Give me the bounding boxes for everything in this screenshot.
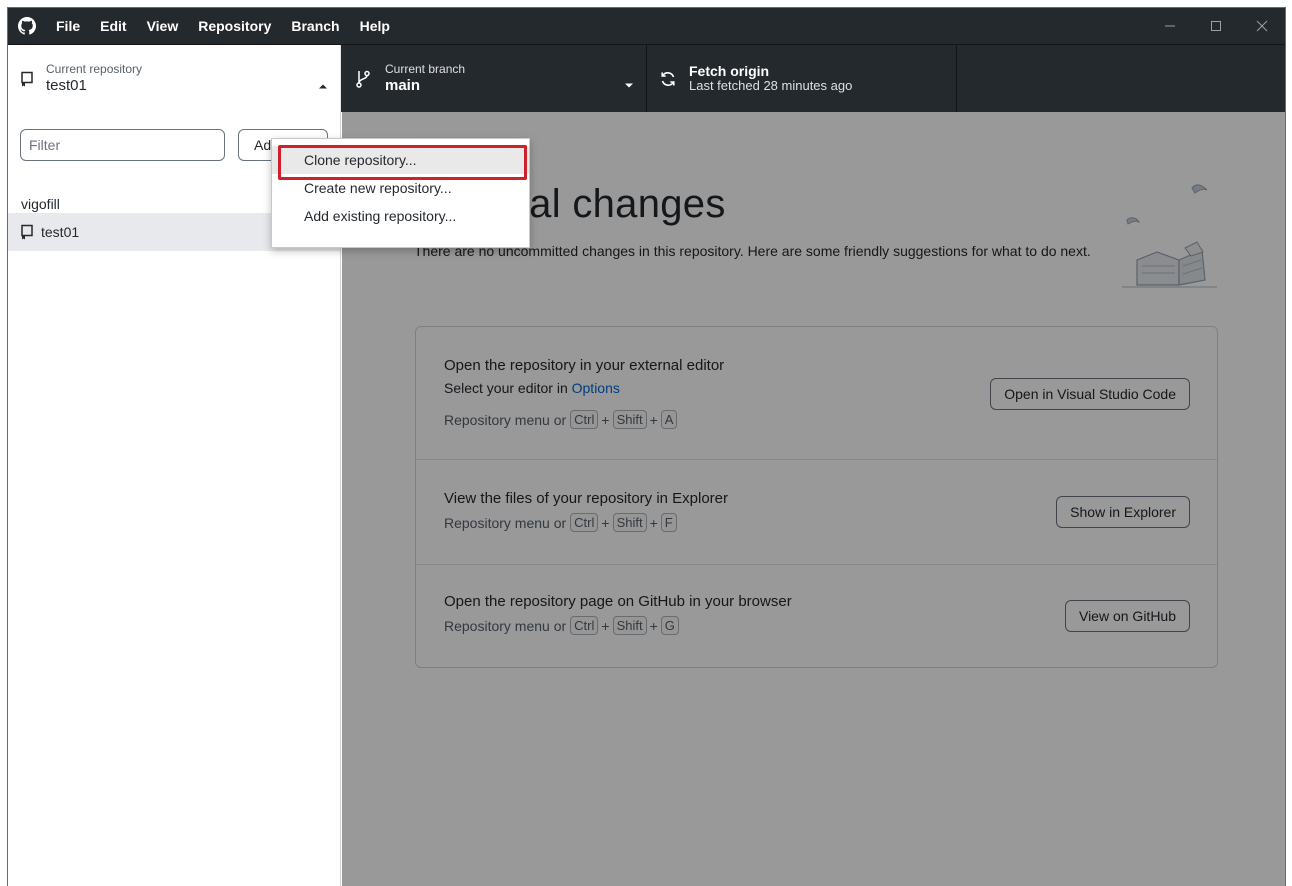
maximize-icon — [1211, 21, 1221, 31]
menu-view[interactable]: View — [137, 8, 189, 44]
close-button[interactable] — [1239, 8, 1285, 44]
close-icon — [1256, 20, 1268, 32]
caret-up-icon — [318, 76, 328, 94]
toolbar: Current repository test01 Current branch… — [8, 44, 1285, 112]
last-fetched-text: Last fetched 28 minutes ago — [689, 78, 853, 94]
repo-icon — [8, 71, 46, 87]
menu-item-create-new-repository[interactable]: Create new repository... — [272, 174, 529, 202]
current-repository-value: test01 — [46, 76, 87, 94]
menu-repository[interactable]: Repository — [188, 8, 281, 44]
filter-input[interactable] — [20, 129, 225, 161]
current-branch-value: main — [385, 76, 421, 94]
menu-bar: File Edit View Repository Branch Help — [46, 8, 400, 44]
git-branch-icon — [341, 70, 385, 88]
caret-down-icon — [624, 76, 634, 94]
github-logo-icon — [8, 8, 46, 44]
menu-help[interactable]: Help — [350, 8, 400, 44]
sync-icon — [647, 71, 689, 87]
menu-item-clone-repository[interactable]: Clone repository... — [272, 145, 529, 180]
add-dropdown-menu: Clone repository... Create new repositor… — [271, 138, 530, 248]
window-controls — [1147, 8, 1285, 44]
menu-edit[interactable]: Edit — [90, 8, 136, 44]
menu-item-add-existing-repository[interactable]: Add existing repository... — [272, 202, 529, 230]
fetch-origin-label: Fetch origin — [689, 62, 770, 79]
current-repository-label: Current repository — [46, 61, 143, 76]
menu-file[interactable]: File — [46, 8, 90, 44]
repository-group-title: vigofill — [21, 196, 60, 212]
minimize-button[interactable] — [1147, 8, 1193, 44]
current-branch-button[interactable]: Current branch main — [341, 45, 647, 112]
repository-name: test01 — [41, 224, 80, 240]
maximize-button[interactable] — [1193, 8, 1239, 44]
title-bar: File Edit View Repository Branch Help — [8, 8, 1285, 44]
current-repository-button[interactable]: Current repository test01 — [8, 45, 341, 112]
fetch-origin-button[interactable]: Fetch origin Last fetched 28 minutes ago — [647, 45, 957, 112]
menu-branch[interactable]: Branch — [281, 8, 349, 44]
current-branch-label: Current branch — [385, 61, 466, 76]
minimize-icon — [1165, 25, 1175, 27]
repo-icon — [20, 224, 34, 240]
app-window: File Edit View Repository Branch Help Cu… — [7, 7, 1286, 886]
